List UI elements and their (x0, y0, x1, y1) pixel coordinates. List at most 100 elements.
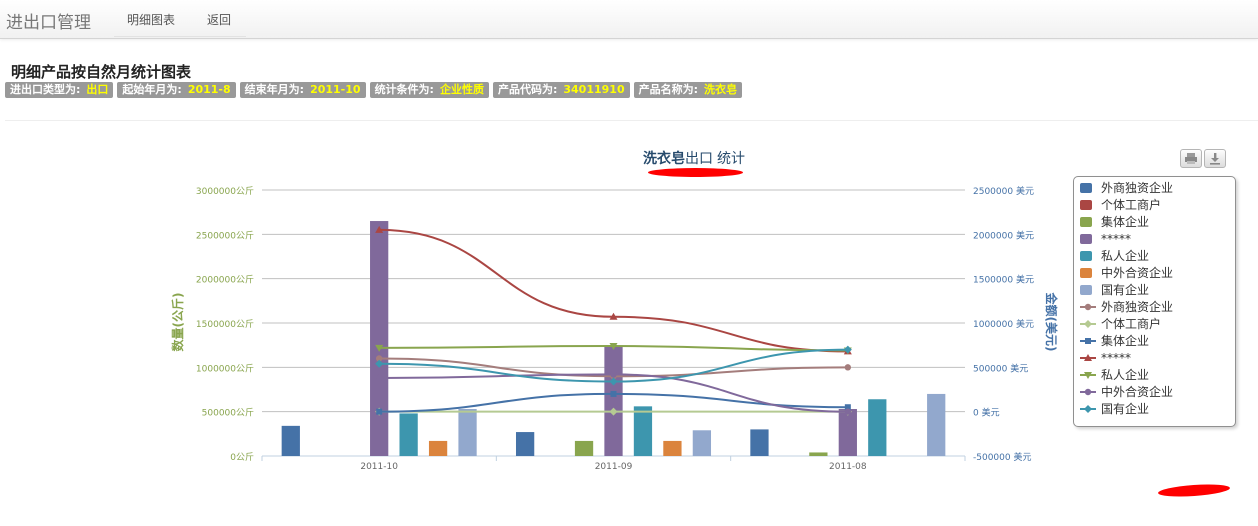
line-point (610, 371, 617, 378)
legend-symbol (1080, 386, 1096, 398)
chart-title-kind: 出口 (685, 151, 713, 167)
filter-value: 34011910 (563, 83, 625, 96)
legend-item-bar-foreign-owned[interactable]: 外商独资企业 (1080, 179, 1173, 196)
legend-symbol (1080, 318, 1096, 330)
line-point (1085, 337, 1091, 344)
divider (5, 120, 1258, 121)
legend-item-line-joint-venture[interactable]: 中外合资企业 (1080, 383, 1173, 400)
legend-symbol (1080, 233, 1092, 244)
legend-line-symbol (1080, 303, 1096, 310)
print-button[interactable] (1180, 149, 1202, 168)
bar (838, 409, 857, 456)
redaction-mark (648, 168, 743, 177)
bar (574, 440, 594, 456)
legend-item-line-private[interactable]: 私人企业 (1080, 366, 1149, 383)
legend-item-bar-masked[interactable]: ***** (1080, 230, 1131, 247)
y-tick-label-left: 0公斤 (230, 452, 254, 463)
bar (458, 409, 477, 456)
filter-label: 产品代码为: (497, 83, 558, 96)
filter-label: 统计条件为: (374, 83, 434, 96)
legend-label: 私人企业 (1101, 249, 1150, 263)
nav-back[interactable]: 返回 (207, 11, 231, 28)
x-tick-label: 2011-08 (829, 462, 867, 472)
y-tick-label-right: 1000000 美元 (973, 318, 1034, 330)
filter-value: 洗衣皂 (704, 83, 738, 96)
bar (515, 432, 535, 456)
legend-label: 集体企业 (1101, 334, 1150, 348)
download-icon (1210, 153, 1220, 165)
legend-line-symbol (1080, 388, 1096, 395)
legend-symbol (1080, 352, 1096, 364)
legend-item-line-foreign-owned[interactable]: 外商独资企业 (1080, 298, 1173, 315)
legend-item-bar-state-owned[interactable]: 国有企业 (1080, 281, 1149, 298)
legend-symbol (1080, 182, 1092, 193)
filter-label: 起始年月为: (122, 83, 182, 96)
legend-symbol (1080, 301, 1096, 313)
line-point (376, 408, 383, 415)
legend-item-line-masked[interactable]: ***** (1080, 349, 1131, 366)
filter-badge-trade-type: 进出口类型为: 出口 (5, 82, 114, 98)
legend-label: 中外合资企业 (1101, 266, 1174, 280)
top-navbar: 进出口管理 明细图表 返回 (0, 0, 1258, 39)
bar (281, 425, 300, 456)
legend-label: 国有企业 (1101, 402, 1150, 416)
filter-value: 企业性质 (439, 83, 484, 96)
legend-symbol (1080, 335, 1096, 347)
bar (868, 399, 887, 456)
filter-badge-condition: 统计条件为: 企业性质 (369, 82, 489, 98)
line-point (844, 408, 852, 415)
legend-symbol (1080, 216, 1092, 227)
legend-item-bar-private[interactable]: 私人企业 (1080, 247, 1149, 264)
legend-symbol (1080, 267, 1092, 278)
y-tick-label-left: 2000000公斤 (196, 275, 254, 286)
legend-symbol (1080, 284, 1092, 295)
legend-symbol (1080, 250, 1092, 261)
filter-badge-start-month: 起始年月为: 2011-8 (117, 82, 236, 98)
y-axis-right-title: 金额(美元) (1044, 292, 1059, 352)
bar (692, 430, 712, 456)
series-line (379, 228, 848, 353)
x-tick-label: 2011-09 (595, 462, 633, 472)
legend-item-line-collective[interactable]: 集体企业 (1080, 332, 1149, 349)
bar (750, 429, 769, 456)
filter-value: 出口 (86, 83, 109, 96)
y-tick-label-left: 2500000公斤 (196, 230, 254, 241)
y-tick-label-right: 1500000 美元 (973, 274, 1034, 286)
legend-item-bar-collective[interactable]: 集体企业 (1080, 213, 1149, 230)
x-tick-label: 2011-10 (360, 462, 398, 472)
y-tick-label-left: 1000000公斤 (196, 363, 254, 374)
legend-symbol (1080, 199, 1092, 210)
legend-label: 集体企业 (1101, 215, 1150, 229)
app-brand[interactable]: 进出口管理 (6, 8, 91, 33)
legend-item-bar-joint-venture[interactable]: 中外合资企业 (1080, 264, 1173, 281)
legend-line-symbol (1080, 353, 1096, 361)
legend-label: 国有企业 (1101, 283, 1150, 297)
legend-line-symbol (1080, 404, 1096, 413)
chart-title: 洗衣皂出口 统计 (643, 150, 745, 167)
line-point (1084, 388, 1092, 395)
y-tick-label-right: 0 美元 (973, 407, 1000, 419)
nav-detail-chart[interactable]: 明细图表 (127, 11, 175, 28)
page-title: 明细产品按自然月统计图表 (11, 63, 192, 81)
filter-badges: 进出口类型为: 出口 起始年月为: 2011-8 结束年月为: 2011-10 统计条… (5, 82, 743, 98)
line-point (1084, 404, 1092, 413)
export-button[interactable] (1204, 149, 1226, 168)
filter-value: 2011-8 (187, 83, 231, 96)
bar (663, 440, 682, 456)
legend-line-symbol (1080, 371, 1096, 379)
legend-label: 私人企业 (1101, 368, 1150, 382)
y-tick-label-right: 2500000 美元 (973, 185, 1034, 197)
line-point (1084, 303, 1092, 310)
legend-line-symbol (1080, 337, 1096, 344)
legend-item-bar-individual[interactable]: 个体工商户 (1080, 196, 1161, 213)
legend-label: 外商独资企业 (1101, 300, 1174, 314)
line-point (844, 364, 852, 371)
legend-symbol (1080, 403, 1096, 415)
legend-item-line-individual[interactable]: 个体工商户 (1080, 315, 1161, 332)
y-tick-label-left: 3000000公斤 (196, 186, 254, 197)
y-tick-label-right: 500000 美元 (973, 362, 1028, 374)
legend-label: ***** (1101, 231, 1131, 246)
filter-badge-product-name: 产品名称为: 洗衣皂 (633, 82, 743, 98)
bar (428, 440, 448, 456)
legend-item-line-state-owned[interactable]: 国有企业 (1080, 400, 1149, 417)
